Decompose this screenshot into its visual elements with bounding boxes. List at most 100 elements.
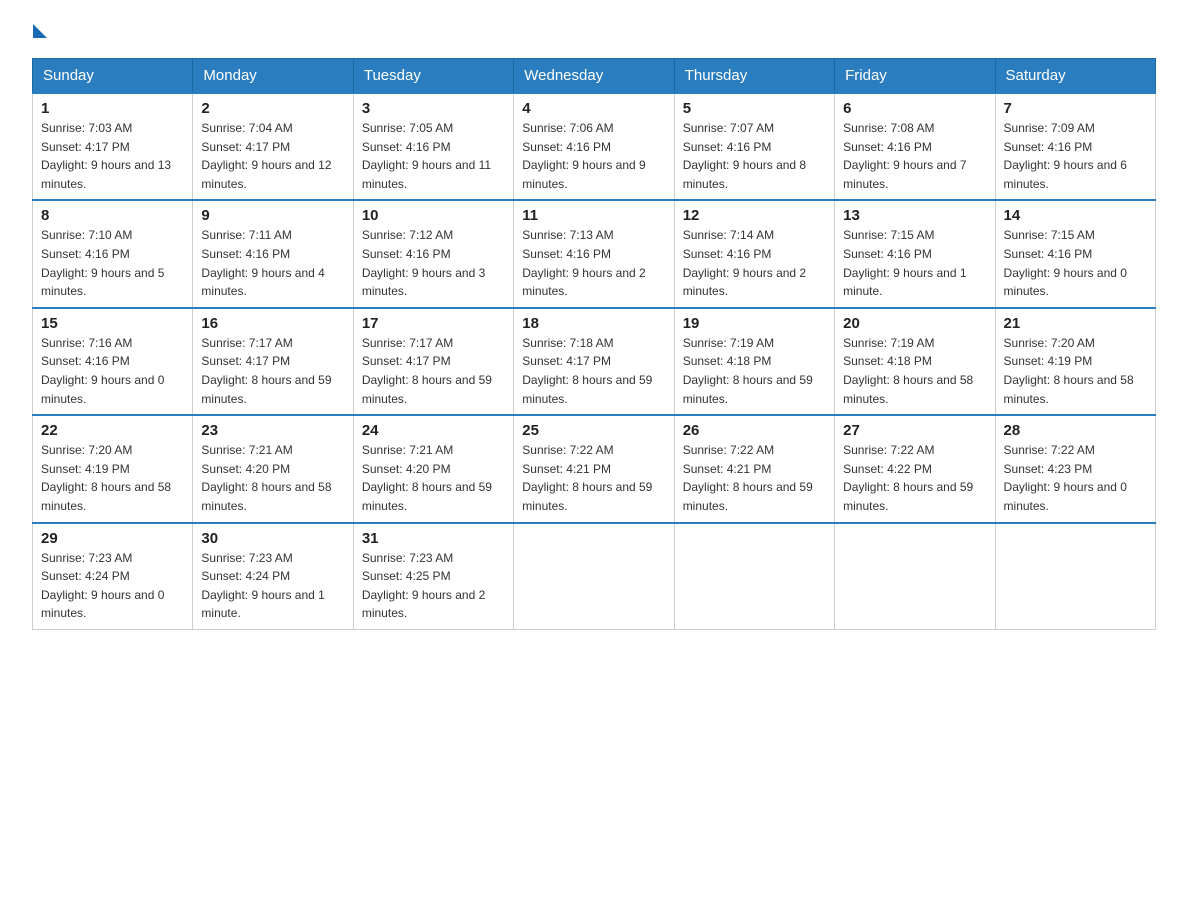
calendar-cell: 8 Sunrise: 7:10 AMSunset: 4:16 PMDayligh… [33, 200, 193, 307]
calendar-cell: 25 Sunrise: 7:22 AMSunset: 4:21 PMDaylig… [514, 415, 674, 522]
calendar-cell: 23 Sunrise: 7:21 AMSunset: 4:20 PMDaylig… [193, 415, 353, 522]
calendar-cell: 12 Sunrise: 7:14 AMSunset: 4:16 PMDaylig… [674, 200, 834, 307]
day-header-sunday: Sunday [33, 59, 193, 94]
day-number: 19 [683, 315, 826, 332]
day-header-wednesday: Wednesday [514, 59, 674, 94]
calendar-cell [995, 523, 1155, 630]
calendar-cell: 9 Sunrise: 7:11 AMSunset: 4:16 PMDayligh… [193, 200, 353, 307]
day-header-friday: Friday [835, 59, 995, 94]
day-info: Sunrise: 7:03 AMSunset: 4:17 PMDaylight:… [41, 121, 171, 191]
day-number: 9 [201, 207, 344, 224]
day-number: 28 [1004, 422, 1147, 439]
day-header-saturday: Saturday [995, 59, 1155, 94]
day-number: 27 [843, 422, 986, 439]
day-number: 4 [522, 100, 665, 117]
day-number: 18 [522, 315, 665, 332]
day-number: 15 [41, 315, 184, 332]
day-number: 12 [683, 207, 826, 224]
day-info: Sunrise: 7:21 AMSunset: 4:20 PMDaylight:… [201, 443, 331, 513]
day-info: Sunrise: 7:13 AMSunset: 4:16 PMDaylight:… [522, 228, 645, 298]
day-info: Sunrise: 7:19 AMSunset: 4:18 PMDaylight:… [843, 336, 973, 406]
day-info: Sunrise: 7:14 AMSunset: 4:16 PMDaylight:… [683, 228, 806, 298]
day-info: Sunrise: 7:07 AMSunset: 4:16 PMDaylight:… [683, 121, 806, 191]
day-number: 7 [1004, 100, 1147, 117]
day-number: 24 [362, 422, 505, 439]
day-info: Sunrise: 7:04 AMSunset: 4:17 PMDaylight:… [201, 121, 331, 191]
day-info: Sunrise: 7:11 AMSunset: 4:16 PMDaylight:… [201, 228, 324, 298]
day-number: 1 [41, 100, 184, 117]
day-number: 20 [843, 315, 986, 332]
calendar-cell: 5 Sunrise: 7:07 AMSunset: 4:16 PMDayligh… [674, 93, 834, 200]
calendar-cell: 29 Sunrise: 7:23 AMSunset: 4:24 PMDaylig… [33, 523, 193, 630]
day-info: Sunrise: 7:15 AMSunset: 4:16 PMDaylight:… [1004, 228, 1127, 298]
day-info: Sunrise: 7:15 AMSunset: 4:16 PMDaylight:… [843, 228, 966, 298]
day-info: Sunrise: 7:17 AMSunset: 4:17 PMDaylight:… [201, 336, 331, 406]
calendar-cell: 17 Sunrise: 7:17 AMSunset: 4:17 PMDaylig… [353, 308, 513, 415]
day-info: Sunrise: 7:21 AMSunset: 4:20 PMDaylight:… [362, 443, 492, 513]
day-number: 11 [522, 207, 665, 224]
day-info: Sunrise: 7:08 AMSunset: 4:16 PMDaylight:… [843, 121, 966, 191]
day-number: 14 [1004, 207, 1147, 224]
day-info: Sunrise: 7:23 AMSunset: 4:24 PMDaylight:… [201, 551, 324, 621]
week-row-3: 15 Sunrise: 7:16 AMSunset: 4:16 PMDaylig… [33, 308, 1156, 415]
day-header-thursday: Thursday [674, 59, 834, 94]
calendar-cell: 2 Sunrise: 7:04 AMSunset: 4:17 PMDayligh… [193, 93, 353, 200]
calendar-cell [514, 523, 674, 630]
calendar-cell: 14 Sunrise: 7:15 AMSunset: 4:16 PMDaylig… [995, 200, 1155, 307]
day-header-monday: Monday [193, 59, 353, 94]
day-number: 22 [41, 422, 184, 439]
day-number: 26 [683, 422, 826, 439]
header-row: SundayMondayTuesdayWednesdayThursdayFrid… [33, 59, 1156, 94]
day-number: 31 [362, 530, 505, 547]
calendar-cell: 21 Sunrise: 7:20 AMSunset: 4:19 PMDaylig… [995, 308, 1155, 415]
logo [32, 24, 47, 38]
calendar-cell: 3 Sunrise: 7:05 AMSunset: 4:16 PMDayligh… [353, 93, 513, 200]
calendar-cell: 4 Sunrise: 7:06 AMSunset: 4:16 PMDayligh… [514, 93, 674, 200]
day-info: Sunrise: 7:22 AMSunset: 4:21 PMDaylight:… [683, 443, 813, 513]
calendar-cell: 24 Sunrise: 7:21 AMSunset: 4:20 PMDaylig… [353, 415, 513, 522]
calendar-cell: 15 Sunrise: 7:16 AMSunset: 4:16 PMDaylig… [33, 308, 193, 415]
calendar-cell: 26 Sunrise: 7:22 AMSunset: 4:21 PMDaylig… [674, 415, 834, 522]
calendar-cell: 13 Sunrise: 7:15 AMSunset: 4:16 PMDaylig… [835, 200, 995, 307]
calendar-cell: 18 Sunrise: 7:18 AMSunset: 4:17 PMDaylig… [514, 308, 674, 415]
day-number: 6 [843, 100, 986, 117]
day-number: 2 [201, 100, 344, 117]
week-row-4: 22 Sunrise: 7:20 AMSunset: 4:19 PMDaylig… [33, 415, 1156, 522]
day-info: Sunrise: 7:19 AMSunset: 4:18 PMDaylight:… [683, 336, 813, 406]
day-info: Sunrise: 7:09 AMSunset: 4:16 PMDaylight:… [1004, 121, 1127, 191]
calendar-table: SundayMondayTuesdayWednesdayThursdayFrid… [32, 58, 1156, 630]
day-number: 30 [201, 530, 344, 547]
day-number: 21 [1004, 315, 1147, 332]
calendar-cell: 27 Sunrise: 7:22 AMSunset: 4:22 PMDaylig… [835, 415, 995, 522]
day-info: Sunrise: 7:23 AMSunset: 4:24 PMDaylight:… [41, 551, 164, 621]
calendar-cell: 6 Sunrise: 7:08 AMSunset: 4:16 PMDayligh… [835, 93, 995, 200]
calendar-cell: 31 Sunrise: 7:23 AMSunset: 4:25 PMDaylig… [353, 523, 513, 630]
day-info: Sunrise: 7:06 AMSunset: 4:16 PMDaylight:… [522, 121, 645, 191]
day-info: Sunrise: 7:17 AMSunset: 4:17 PMDaylight:… [362, 336, 492, 406]
calendar-cell: 1 Sunrise: 7:03 AMSunset: 4:17 PMDayligh… [33, 93, 193, 200]
day-number: 17 [362, 315, 505, 332]
calendar-cell: 7 Sunrise: 7:09 AMSunset: 4:16 PMDayligh… [995, 93, 1155, 200]
day-info: Sunrise: 7:20 AMSunset: 4:19 PMDaylight:… [41, 443, 171, 513]
day-info: Sunrise: 7:22 AMSunset: 4:21 PMDaylight:… [522, 443, 652, 513]
day-number: 5 [683, 100, 826, 117]
calendar-cell: 20 Sunrise: 7:19 AMSunset: 4:18 PMDaylig… [835, 308, 995, 415]
day-info: Sunrise: 7:22 AMSunset: 4:23 PMDaylight:… [1004, 443, 1127, 513]
calendar-cell [835, 523, 995, 630]
day-info: Sunrise: 7:16 AMSunset: 4:16 PMDaylight:… [41, 336, 164, 406]
logo-triangle-icon [33, 24, 47, 38]
week-row-2: 8 Sunrise: 7:10 AMSunset: 4:16 PMDayligh… [33, 200, 1156, 307]
day-info: Sunrise: 7:23 AMSunset: 4:25 PMDaylight:… [362, 551, 485, 621]
day-number: 23 [201, 422, 344, 439]
day-info: Sunrise: 7:22 AMSunset: 4:22 PMDaylight:… [843, 443, 973, 513]
week-row-5: 29 Sunrise: 7:23 AMSunset: 4:24 PMDaylig… [33, 523, 1156, 630]
day-number: 16 [201, 315, 344, 332]
calendar-cell: 11 Sunrise: 7:13 AMSunset: 4:16 PMDaylig… [514, 200, 674, 307]
calendar-cell [674, 523, 834, 630]
calendar-cell: 19 Sunrise: 7:19 AMSunset: 4:18 PMDaylig… [674, 308, 834, 415]
day-number: 13 [843, 207, 986, 224]
day-number: 25 [522, 422, 665, 439]
day-info: Sunrise: 7:05 AMSunset: 4:16 PMDaylight:… [362, 121, 491, 191]
calendar-cell: 22 Sunrise: 7:20 AMSunset: 4:19 PMDaylig… [33, 415, 193, 522]
calendar-cell: 28 Sunrise: 7:22 AMSunset: 4:23 PMDaylig… [995, 415, 1155, 522]
